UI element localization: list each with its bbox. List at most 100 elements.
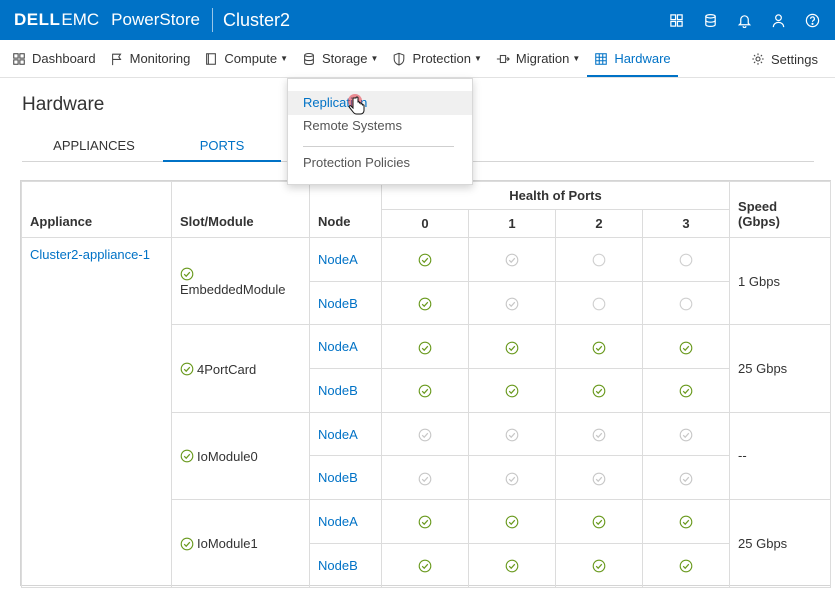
- hand-cursor-icon: [348, 94, 365, 115]
- table-row[interactable]: Cluster2-appliance-1 EmbeddedModule NodeA 1…: [21, 236, 832, 588]
- nav-compute-label: Compute: [224, 51, 278, 66]
- nav-dashboard-label: Dashboard: [32, 51, 96, 66]
- speed-cell: 1 Gbps: [729, 236, 832, 326]
- port-2-health-cell: [555, 542, 643, 588]
- node-cell: NodeB: [309, 542, 382, 588]
- storage-icon: [304, 52, 314, 65]
- port-0-health-cell: [381, 411, 469, 457]
- port-3-health-cell: [641, 542, 731, 588]
- column-header-port-2: 2: [555, 209, 643, 238]
- nav-monitoring[interactable]: Monitoring: [103, 40, 198, 78]
- node-link[interactable]: NodeB: [318, 558, 358, 573]
- menu-divider: [303, 146, 454, 147]
- port-1-health-cell: [468, 542, 556, 588]
- protection-dropdown-menu: Replication Remote Systems Protection Po…: [287, 78, 473, 185]
- brand-dell: DELL: [14, 10, 61, 29]
- column-header-node[interactable]: Node: [309, 181, 382, 238]
- menu-item-protection-policies[interactable]: Protection Policies: [288, 151, 472, 175]
- port-inactive-icon: [505, 253, 519, 267]
- port-1-health-cell: [468, 280, 556, 326]
- tab-ports[interactable]: PORTS: [163, 135, 281, 162]
- module-status-ok-icon: [180, 362, 194, 376]
- menu-item-remote-systems[interactable]: Remote Systems: [288, 114, 472, 138]
- port-2-health-cell: [555, 499, 643, 544]
- module-name: IoModule0: [197, 448, 258, 464]
- nav-hardware[interactable]: Hardware: [587, 40, 679, 78]
- port-2-health-cell: [555, 411, 643, 457]
- module-name: EmbeddedModule: [180, 282, 286, 297]
- bell-icon[interactable]: [731, 7, 757, 33]
- port-healthy-icon: [418, 559, 432, 573]
- node-cell: NodeA: [309, 237, 382, 282]
- port-3-health-cell: [641, 455, 731, 501]
- ports-table-body: Cluster2-appliance-1 EmbeddedModule NodeA 1…: [21, 236, 832, 588]
- nav-monitoring-label: Monitoring: [129, 51, 191, 66]
- port-3-health-cell: [641, 280, 731, 326]
- chevron-down-icon: ▼: [474, 54, 482, 63]
- nav-storage[interactable]: Storage ▼: [295, 40, 385, 78]
- migration-icon: [496, 54, 510, 63]
- module-status-ok-icon: [180, 449, 194, 463]
- node-link[interactable]: NodeB: [318, 296, 358, 311]
- column-header-health: Health of Ports: [380, 181, 731, 210]
- nav-migration[interactable]: Migration ▼: [489, 40, 587, 78]
- grid-icon[interactable]: [663, 7, 689, 33]
- top-bar: DELL EMC PowerStore Cluster2: [0, 0, 835, 40]
- port-healthy-icon: [418, 384, 432, 398]
- product-name: PowerStore: [111, 10, 200, 29]
- node-cell: NodeA: [309, 324, 382, 370]
- user-icon[interactable]: [765, 7, 791, 33]
- node-link[interactable]: NodeB: [318, 470, 358, 485]
- port-healthy-icon: [505, 515, 519, 529]
- tab-appliances[interactable]: APPLIANCES: [35, 135, 153, 162]
- module-status-ok-icon: [180, 267, 194, 281]
- appliance-link[interactable]: Cluster2-appliance-1: [30, 247, 150, 262]
- column-header-slot[interactable]: Slot/Module: [171, 181, 310, 238]
- port-empty-icon: [679, 253, 693, 267]
- database-icon[interactable]: [697, 7, 723, 33]
- node-link[interactable]: NodeA: [318, 339, 358, 354]
- column-header-speed[interactable]: Speed (Gbps): [729, 181, 832, 238]
- port-inactive-icon: [592, 428, 606, 442]
- header-actions: [663, 0, 825, 40]
- brand-emc: EMC: [61, 10, 100, 29]
- port-inactive-icon: [505, 428, 519, 442]
- port-healthy-icon: [505, 341, 519, 355]
- help-icon[interactable]: [799, 7, 825, 33]
- nav-settings[interactable]: Settings: [744, 40, 818, 78]
- port-healthy-icon: [592, 559, 606, 573]
- module-name: 4PortCard: [197, 361, 257, 377]
- speed-cell: 25 Gbps: [729, 499, 832, 588]
- node-cell: NodeB: [309, 280, 382, 326]
- node-link[interactable]: NodeA: [318, 427, 358, 442]
- nav-protection-label: Protection: [412, 51, 471, 66]
- node-link[interactable]: NodeB: [318, 383, 358, 398]
- menu-item-replication[interactable]: Replication: [288, 91, 472, 115]
- port-inactive-icon: [679, 428, 693, 442]
- port-2-health-cell: [555, 368, 643, 413]
- port-2-health-cell: [555, 237, 643, 282]
- node-link[interactable]: NodeA: [318, 514, 358, 529]
- port-healthy-icon: [505, 559, 519, 573]
- speed-cell: 25 Gbps: [729, 324, 832, 413]
- column-header-port-1: 1: [468, 209, 556, 238]
- node-link[interactable]: NodeA: [318, 252, 358, 267]
- port-inactive-icon: [505, 472, 519, 486]
- brand-divider: [212, 8, 213, 32]
- compute-icon: [206, 52, 217, 65]
- nav-dashboard[interactable]: Dashboard: [0, 40, 103, 78]
- port-inactive-icon: [418, 472, 432, 486]
- nav-protection[interactable]: Protection ▼: [385, 40, 488, 78]
- chevron-down-icon: ▼: [370, 54, 379, 63]
- nav-settings-label: Settings: [771, 51, 818, 67]
- nav-compute[interactable]: Compute ▼: [197, 40, 295, 78]
- speed-cell: --: [729, 411, 832, 501]
- port-0-health-cell: [381, 368, 469, 413]
- brand-logo[interactable]: DELL EMC PowerStore Cluster2: [0, 8, 290, 32]
- gear-icon: [752, 53, 764, 65]
- node-cell: NodeB: [309, 455, 382, 501]
- column-header-appliance[interactable]: Appliance: [21, 181, 172, 238]
- node-cell: NodeB: [309, 368, 382, 413]
- appliance-cell: Cluster2-appliance-1: [21, 237, 172, 588]
- port-healthy-icon: [679, 384, 693, 398]
